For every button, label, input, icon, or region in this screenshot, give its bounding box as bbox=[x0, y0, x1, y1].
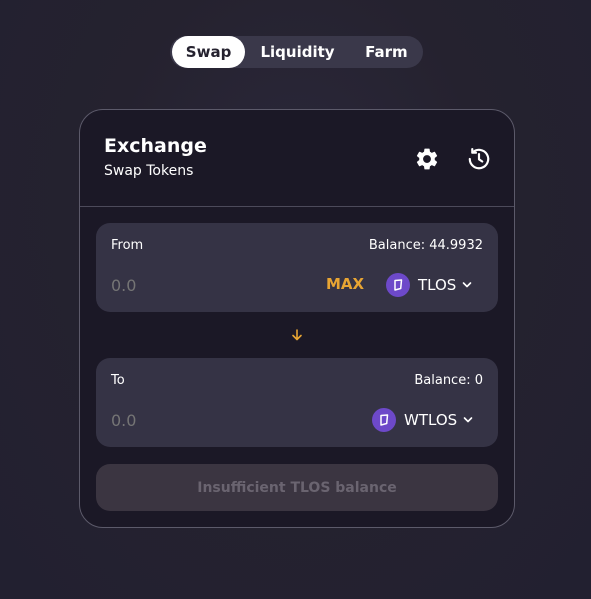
from-token-name: TLOS bbox=[418, 276, 457, 294]
swap-submit-button[interactable]: Insufficient TLOS balance bbox=[96, 464, 498, 511]
from-token-select[interactable]: TLOS bbox=[386, 271, 472, 299]
to-amount-input[interactable] bbox=[111, 408, 261, 432]
tab-swap[interactable]: Swap bbox=[172, 36, 246, 68]
wtelos-token-icon bbox=[372, 408, 396, 432]
card-subtitle: Swap Tokens bbox=[104, 163, 194, 179]
settings-button[interactable] bbox=[414, 146, 440, 172]
exchange-card: Exchange Swap Tokens From Balance: 44.99… bbox=[79, 109, 515, 528]
card-title: Exchange bbox=[104, 135, 207, 157]
tab-liquidity[interactable]: Liquidity bbox=[245, 36, 350, 68]
max-button[interactable]: MAX bbox=[326, 275, 364, 293]
to-panel: To Balance: 0 WTLOS bbox=[96, 358, 498, 447]
telos-token-icon bbox=[386, 273, 410, 297]
to-token-name: WTLOS bbox=[404, 411, 458, 429]
arrow-down-icon[interactable] bbox=[290, 328, 304, 342]
tab-farm[interactable]: Farm bbox=[350, 36, 423, 68]
from-amount-input[interactable] bbox=[111, 273, 261, 297]
history-button[interactable] bbox=[466, 146, 492, 172]
from-label: From bbox=[111, 238, 144, 253]
to-label: To bbox=[111, 373, 125, 388]
swap-page: Swap Liquidity Farm Exchange Swap Tokens… bbox=[0, 0, 591, 599]
to-balance: Balance: 0 bbox=[414, 373, 483, 388]
to-token-select[interactable]: WTLOS bbox=[372, 406, 473, 434]
mode-tabs: Swap Liquidity Farm bbox=[170, 36, 423, 68]
history-icon bbox=[468, 147, 490, 170]
chevron-down-icon bbox=[463, 417, 473, 423]
header-divider bbox=[80, 206, 514, 207]
from-balance: Balance: 44.9932 bbox=[368, 238, 483, 253]
chevron-down-icon bbox=[463, 282, 472, 288]
from-panel: From Balance: 44.9932 MAX TLOS bbox=[96, 223, 498, 312]
gear-icon bbox=[416, 148, 438, 170]
